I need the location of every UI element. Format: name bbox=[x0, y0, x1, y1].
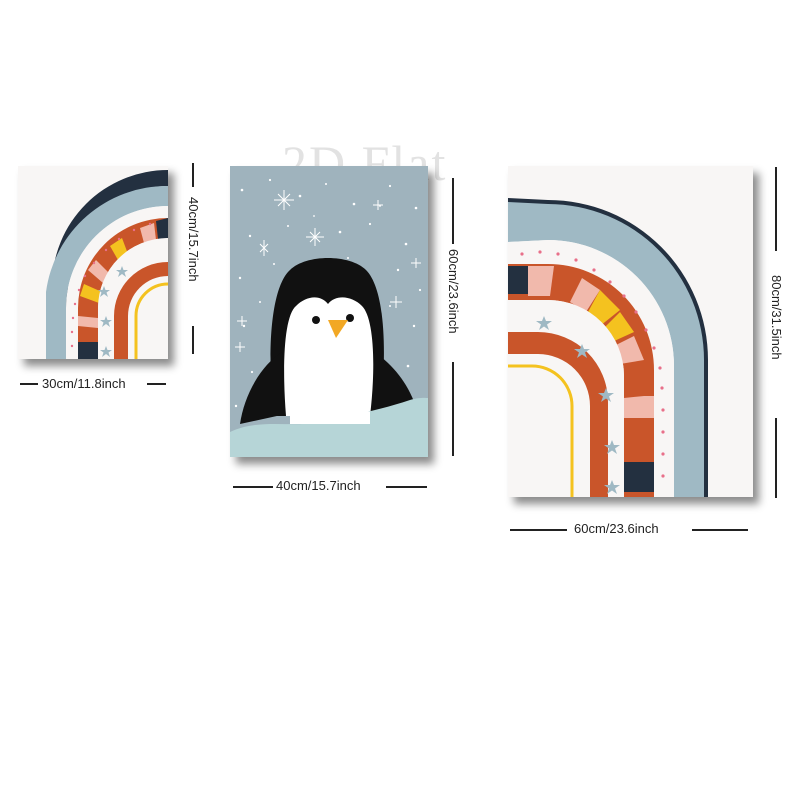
small-rainbow-illustration bbox=[18, 166, 168, 359]
small-poster-width-label: 30cm/11.8inch bbox=[42, 376, 126, 391]
large-poster-width-line-left bbox=[510, 529, 567, 531]
penguin-poster bbox=[230, 166, 428, 457]
small-poster-width-line-left bbox=[20, 383, 38, 385]
large-poster-width-label: 60cm/23.6inch bbox=[574, 521, 659, 536]
penguin-poster-height-line-bottom bbox=[452, 362, 454, 456]
small-rainbow-poster bbox=[18, 166, 168, 359]
large-poster-height-line-top bbox=[775, 167, 777, 251]
penguin-illustration bbox=[230, 166, 428, 457]
small-poster-height-label: 40cm/15.7inch bbox=[186, 197, 201, 282]
small-poster-height-line-bottom bbox=[192, 326, 194, 354]
large-poster-width-line-right bbox=[692, 529, 748, 531]
penguin-poster-width-line-right bbox=[386, 486, 427, 488]
small-poster-width-line-right bbox=[147, 383, 166, 385]
large-rainbow-poster bbox=[508, 166, 753, 497]
large-poster-height-label: 80cm/31.5inch bbox=[769, 275, 784, 360]
penguin-poster-width-line-left bbox=[233, 486, 273, 488]
penguin-poster-width-label: 40cm/15.7inch bbox=[276, 478, 361, 493]
penguin-poster-height-line-top bbox=[452, 178, 454, 244]
penguin-poster-height-label: 60cm/23.6inch bbox=[446, 249, 461, 334]
large-poster-height-line-bottom bbox=[775, 418, 777, 498]
small-poster-height-line-top bbox=[192, 163, 194, 187]
large-rainbow-illustration bbox=[508, 166, 753, 497]
